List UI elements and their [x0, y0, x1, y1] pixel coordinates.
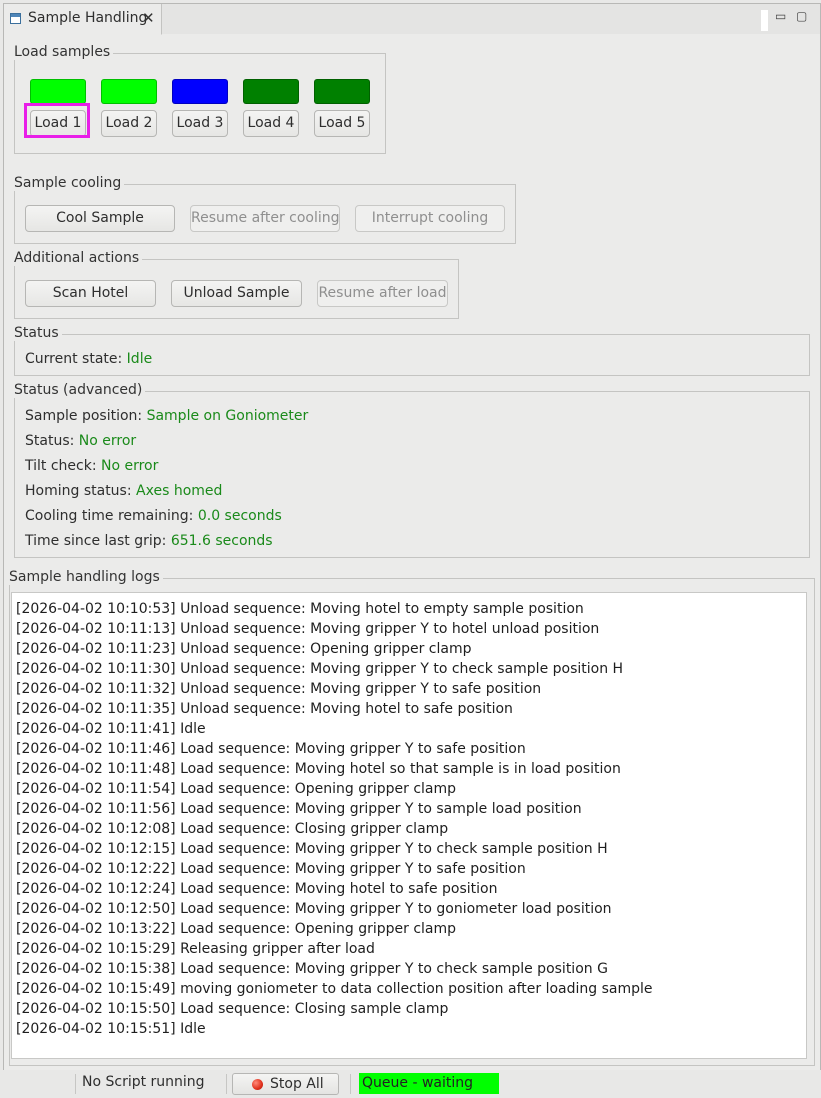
stop-icon: [252, 1079, 263, 1090]
log-line-partial: [16, 593, 20, 597]
interrupt-cooling-button[interactable]: Interrupt cooling: [355, 205, 505, 232]
log-line: [2026-04-02 10:11:48] Load sequence: Mov…: [16, 761, 621, 777]
load-1-highlight: [24, 103, 90, 138]
error-status-label: Status:: [25, 433, 75, 449]
log-line: [2026-04-02 10:11:30] Unload sequence: M…: [16, 661, 624, 677]
homing-status-value: Axes homed: [136, 483, 223, 499]
slot-3-indicator: [172, 79, 228, 104]
cooling-time-row: Cooling time remaining: 0.0 seconds: [25, 508, 282, 524]
status-separator: [226, 1074, 227, 1094]
log-line: [2026-04-02 10:15:38] Load sequence: Mov…: [16, 961, 608, 977]
last-grip-label: Time since last grip:: [25, 533, 167, 549]
log-line: [2026-04-02 10:12:50] Load sequence: Mov…: [16, 901, 612, 917]
logs-title: Sample handling logs: [9, 569, 163, 585]
log-line: [2026-04-02 10:11:23] Unload sequence: O…: [16, 641, 472, 657]
cooling-time-value: 0.0 seconds: [197, 508, 282, 524]
maximize-icon[interactable]: ▢: [796, 9, 807, 23]
status-title: Status: [14, 325, 62, 341]
sample-position-label: Sample position:: [25, 408, 143, 424]
tab-bar: Sample Handling ✕ ▭ ▢: [4, 4, 820, 35]
additional-actions-title: Additional actions: [14, 250, 143, 266]
load-samples-title: Load samples: [14, 44, 114, 60]
log-line: [2026-04-02 10:12:08] Load sequence: Clo…: [16, 821, 449, 837]
log-line: [2026-04-02 10:12:22] Load sequence: Mov…: [16, 861, 526, 877]
tilt-check-label: Tilt check:: [25, 458, 97, 474]
log-text-area[interactable]: [2026-04-02 10:10:53] Unload sequence: M…: [11, 592, 807, 1059]
last-grip-row: Time since last grip: 651.6 seconds: [25, 533, 273, 549]
log-line: [2026-04-02 10:15:49] moving goniometer …: [16, 981, 653, 997]
error-status-row: Status: No error: [25, 433, 136, 449]
log-line: [2026-04-02 10:11:54] Load sequence: Ope…: [16, 781, 457, 797]
log-line: [2026-04-02 10:15:51] Idle: [16, 1021, 206, 1037]
stop-all-button[interactable]: Stop All: [232, 1073, 339, 1095]
resume-after-cooling-button[interactable]: Resume after cooling: [190, 205, 340, 232]
homing-status-label: Homing status:: [25, 483, 132, 499]
cool-sample-button[interactable]: Cool Sample: [25, 205, 175, 232]
tabbar-spacer: [761, 10, 768, 31]
minimize-icon[interactable]: ▭: [775, 9, 786, 23]
tilt-check-value: No error: [101, 458, 159, 474]
current-state-label: Current state:: [25, 351, 123, 367]
status-advanced-title: Status (advanced): [14, 382, 146, 398]
cooling-time-label: Cooling time remaining:: [25, 508, 194, 524]
sample-position-row: Sample position: Sample on Goniometer: [25, 408, 308, 424]
last-grip-value: 651.6 seconds: [170, 533, 273, 549]
scan-hotel-button[interactable]: Scan Hotel: [25, 280, 156, 307]
stop-all-label: Stop All: [270, 1076, 324, 1092]
slot-5-indicator: [314, 79, 370, 104]
homing-status-row: Homing status: Axes homed: [25, 483, 222, 499]
script-status: No Script running: [82, 1074, 205, 1090]
log-line: [2026-04-02 10:11:41] Idle: [16, 721, 206, 737]
sample-cooling-title: Sample cooling: [14, 175, 125, 191]
log-line: [2026-04-02 10:13:22] Load sequence: Ope…: [16, 921, 457, 937]
resume-after-load-button[interactable]: Resume after load: [317, 280, 448, 307]
log-line: [2026-04-02 10:11:13] Unload sequence: M…: [16, 621, 600, 637]
status-separator: [350, 1074, 351, 1094]
view-icon: [10, 13, 21, 24]
log-line: [2026-04-02 10:11:46] Load sequence: Mov…: [16, 741, 526, 757]
load-2-button[interactable]: Load 2: [101, 110, 157, 137]
log-line: [2026-04-02 10:12:15] Load sequence: Mov…: [16, 841, 608, 857]
log-line: [2026-04-02 10:11:56] Load sequence: Mov…: [16, 801, 582, 817]
log-line: [2026-04-02 10:15:50] Load sequence: Clo…: [16, 1001, 449, 1017]
slot-4-indicator: [243, 79, 299, 104]
log-line: [2026-04-02 10:11:35] Unload sequence: M…: [16, 701, 513, 717]
tab-label: Sample Handling: [28, 10, 148, 26]
current-state-value: Idle: [126, 351, 153, 367]
log-line: [2026-04-02 10:15:29] Releasing gripper …: [16, 941, 375, 957]
tilt-check-row: Tilt check: No error: [25, 458, 158, 474]
load-5-button[interactable]: Load 5: [314, 110, 370, 137]
unload-sample-button[interactable]: Unload Sample: [171, 280, 302, 307]
close-icon[interactable]: ✕: [142, 9, 155, 27]
slot-2-indicator: [101, 79, 157, 104]
status-bar: No Script running Stop All Queue - waiti…: [0, 1070, 821, 1098]
load-4-button[interactable]: Load 4: [243, 110, 299, 137]
error-status-value: No error: [78, 433, 137, 449]
log-line: [2026-04-02 10:10:53] Unload sequence: M…: [16, 601, 584, 617]
load-3-button[interactable]: Load 3: [172, 110, 228, 137]
log-line: [2026-04-02 10:12:24] Load sequence: Mov…: [16, 881, 498, 897]
sample-position-value: Sample on Goniometer: [146, 408, 309, 424]
current-state-row: Current state: Idle: [25, 351, 152, 367]
slot-1-indicator: [30, 79, 86, 104]
queue-status: Queue - waiting: [359, 1073, 499, 1094]
log-line: [2026-04-02 10:11:32] Unload sequence: M…: [16, 681, 542, 697]
status-separator: [75, 1074, 76, 1094]
tab-sample-handling[interactable]: Sample Handling ✕: [4, 4, 162, 35]
